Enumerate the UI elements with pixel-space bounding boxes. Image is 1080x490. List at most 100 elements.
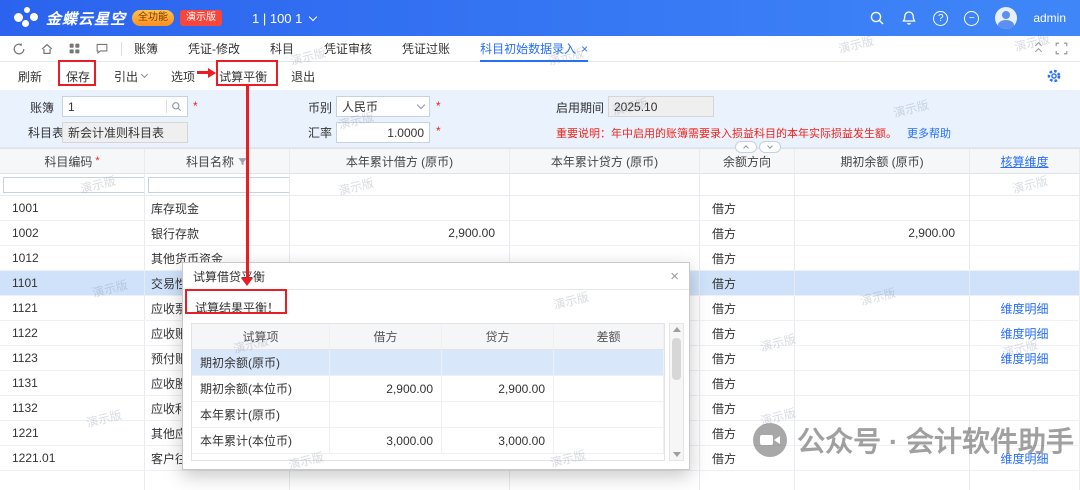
account-set-selector[interactable]: 1 | 100 1 xyxy=(252,11,316,26)
cell-direction[interactable]: 借方 xyxy=(700,246,795,270)
toolbar-export-button[interactable]: 引出 xyxy=(114,68,147,85)
filter-cell[interactable] xyxy=(700,174,795,195)
cell-direction[interactable]: 借方 xyxy=(700,271,795,295)
cell-opening[interactable] xyxy=(795,346,970,370)
cell-dims[interactable] xyxy=(970,271,1080,295)
cell-dims[interactable] xyxy=(970,396,1080,420)
dialog-close-icon[interactable]: × xyxy=(670,268,679,285)
bell-icon[interactable] xyxy=(901,10,917,26)
filter-cell[interactable] xyxy=(795,174,970,195)
cell-direction[interactable]: 借方 xyxy=(700,321,795,345)
menu-tab[interactable]: 凭证审核 xyxy=(324,36,372,62)
cell-name[interactable] xyxy=(145,471,290,490)
menu-tab[interactable]: 账簿 xyxy=(134,36,158,62)
cell-credit[interactable] xyxy=(510,471,700,490)
table-row[interactable]: 1002银行存款2,900.00借方2,900.00 xyxy=(0,221,1080,246)
user-avatar[interactable] xyxy=(995,7,1017,29)
col-header-dims[interactable]: 核算维度 xyxy=(970,149,1080,173)
more-help-link[interactable]: 更多帮助 xyxy=(907,125,951,141)
cell-direction[interactable]: 借方 xyxy=(700,346,795,370)
toolbar-refresh-button[interactable]: 刷新 xyxy=(18,68,42,85)
filter-cell[interactable] xyxy=(510,174,700,195)
table-row[interactable] xyxy=(0,471,1080,490)
toolbar-trial-balance-button[interactable]: 试算平衡 xyxy=(219,68,267,85)
col-header-code[interactable]: 科目编码* xyxy=(0,149,145,173)
cell-code[interactable]: 1122 xyxy=(0,321,145,345)
cell-code[interactable]: 1131 xyxy=(0,371,145,395)
cell-direction[interactable] xyxy=(700,471,795,490)
rate-input[interactable]: 1.0000 xyxy=(336,122,430,143)
cell-code[interactable] xyxy=(0,471,145,490)
dims-detail-link[interactable]: 维度明细 xyxy=(1000,350,1048,367)
toolbar-save-button[interactable]: 保存 xyxy=(66,68,90,85)
message-icon[interactable] xyxy=(95,42,109,55)
cell-code[interactable]: 1012 xyxy=(0,246,145,270)
dims-detail-link[interactable]: 维度明细 xyxy=(1000,325,1048,342)
cell-name[interactable]: 库存现金 xyxy=(145,196,290,220)
menu-tab-active[interactable]: 科目初始数据录入× xyxy=(480,36,588,62)
expand-panel-button[interactable] xyxy=(759,141,781,153)
sync-icon[interactable] xyxy=(12,42,26,56)
minus-circle-icon[interactable]: − xyxy=(964,11,979,26)
cell-dims[interactable] xyxy=(970,421,1080,445)
trial-table-row[interactable]: 本年累计(本位币)3,000.003,000.00 xyxy=(192,428,664,454)
cell-opening[interactable] xyxy=(795,321,970,345)
scroll-up-icon[interactable] xyxy=(673,327,681,332)
menu-tab[interactable]: 凭证-修改 xyxy=(188,36,240,62)
cell-debit[interactable] xyxy=(290,471,510,490)
cell-dims[interactable] xyxy=(970,196,1080,220)
dialog-scrollbar[interactable] xyxy=(669,323,684,461)
table-row[interactable]: 1001库存现金 借方 xyxy=(0,196,1080,221)
collapse-panel-button[interactable] xyxy=(735,141,757,153)
cell-dims[interactable] xyxy=(970,371,1080,395)
filter-cell[interactable] xyxy=(970,174,1080,195)
dialog-titlebar[interactable]: 试算借贷平衡 × xyxy=(183,263,689,290)
cell-direction[interactable]: 借方 xyxy=(700,196,795,220)
currency-select[interactable]: 人民币 xyxy=(336,96,430,117)
menu-tab[interactable]: 科目 xyxy=(270,36,294,62)
cell-debit[interactable]: 2,900.00 xyxy=(290,221,510,245)
cell-dims[interactable] xyxy=(970,471,1080,490)
cell-direction[interactable]: 借方 xyxy=(700,221,795,245)
cell-opening[interactable] xyxy=(795,446,970,470)
cell-direction[interactable]: 借方 xyxy=(700,446,795,470)
cell-code[interactable]: 1001 xyxy=(0,196,145,220)
filter-name-input[interactable] xyxy=(148,177,290,193)
cell-dims[interactable] xyxy=(970,246,1080,270)
cell-opening[interactable] xyxy=(795,471,970,490)
col-header-debit[interactable]: 本年累计借方 (原币) xyxy=(290,149,510,173)
apps-grid-icon[interactable] xyxy=(68,42,81,55)
cell-dims[interactable]: 维度明细 xyxy=(970,346,1080,370)
cell-credit[interactable] xyxy=(510,196,700,220)
collapse-tabs-icon[interactable] xyxy=(1036,43,1041,54)
cell-code[interactable]: 1132 xyxy=(0,396,145,420)
home-icon[interactable] xyxy=(40,42,54,56)
filter-funnel-icon[interactable] xyxy=(237,156,248,167)
cell-opening[interactable] xyxy=(795,296,970,320)
dims-detail-link[interactable]: 维度明细 xyxy=(1000,300,1048,317)
ledger-input[interactable]: 1 xyxy=(62,96,188,117)
settings-gear-icon[interactable] xyxy=(1046,68,1062,84)
toolbar-exit-button[interactable]: 退出 xyxy=(291,68,315,85)
cell-code[interactable]: 1221.01 xyxy=(0,446,145,470)
cell-debit[interactable] xyxy=(290,196,510,220)
cell-dims[interactable]: 维度明细 xyxy=(970,321,1080,345)
cell-opening[interactable] xyxy=(795,196,970,220)
scroll-down-icon[interactable] xyxy=(673,452,681,457)
col-header-credit[interactable]: 本年累计贷方 (原币) xyxy=(510,149,700,173)
lookup-search-icon[interactable] xyxy=(171,101,182,112)
scroll-thumb[interactable] xyxy=(672,338,681,380)
trial-table-row[interactable]: 期初余额(本位币)2,900.002,900.00 xyxy=(192,376,664,402)
trial-table-row[interactable]: 期初余额(原币) xyxy=(192,350,664,376)
cell-code[interactable]: 1101 xyxy=(0,271,145,295)
search-icon[interactable] xyxy=(869,10,885,26)
cell-dims[interactable] xyxy=(970,221,1080,245)
cell-dims[interactable]: 维度明细 xyxy=(970,446,1080,470)
cell-opening[interactable] xyxy=(795,421,970,445)
tab-close-icon[interactable]: × xyxy=(581,42,588,56)
fullscreen-icon[interactable] xyxy=(1055,42,1068,55)
cell-opening[interactable] xyxy=(795,371,970,395)
toolbar-options-button[interactable]: 选项 xyxy=(171,68,195,85)
filter-code-input[interactable] xyxy=(3,177,145,193)
cell-direction[interactable]: 借方 xyxy=(700,296,795,320)
